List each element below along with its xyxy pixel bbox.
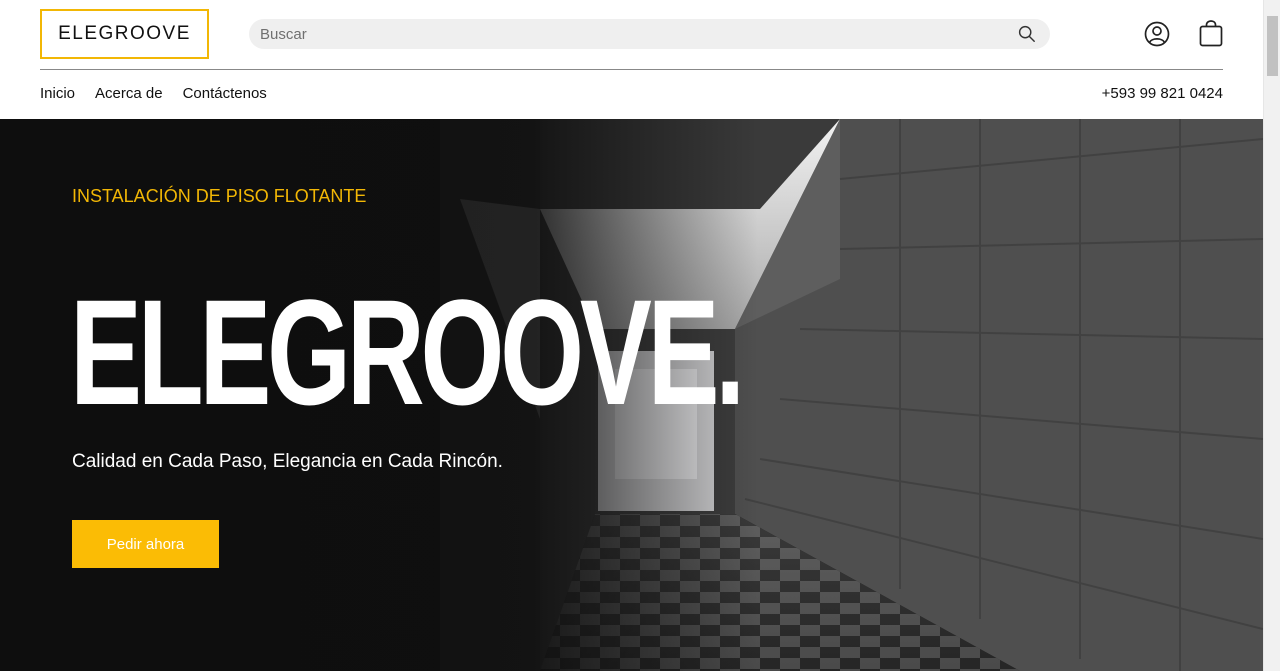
page: ELEGROOVE Inicio Acerca de Contáctenos +…	[0, 0, 1280, 671]
hero-subtitle: INSTALACIÓN DE PISO FLOTANTE	[72, 186, 367, 206]
site-logo[interactable]: ELEGROOVE	[40, 9, 209, 59]
header-divider	[40, 69, 1223, 70]
phone-number[interactable]: +593 99 821 0424	[1102, 85, 1223, 102]
nav-item-contactenos[interactable]: Contáctenos	[183, 85, 267, 102]
hero-title: ELEGROOVE.	[70, 268, 745, 436]
site-header: ELEGROOVE Inicio Acerca de Contáctenos +…	[0, 0, 1263, 119]
account-icon[interactable]	[1144, 21, 1170, 47]
nav-item-acerca[interactable]: Acerca de	[95, 85, 163, 102]
scrollbar-thumb[interactable]	[1267, 16, 1278, 76]
hero-tagline: Calidad en Cada Paso, Elegancia en Cada …	[72, 451, 503, 472]
hero-banner: INSTALACIÓN DE PISO FLOTANTE ELEGROOVE. …	[0, 119, 1263, 671]
cart-icon[interactable]	[1199, 20, 1223, 47]
order-now-button[interactable]: Pedir ahora	[72, 520, 219, 568]
nav-item-inicio[interactable]: Inicio	[40, 85, 75, 102]
main-nav: Inicio Acerca de Contáctenos	[40, 85, 267, 102]
search-bar	[249, 19, 1050, 49]
scrollbar[interactable]	[1263, 0, 1280, 671]
search-input[interactable]	[260, 25, 1000, 43]
search-icon[interactable]	[1018, 25, 1036, 43]
